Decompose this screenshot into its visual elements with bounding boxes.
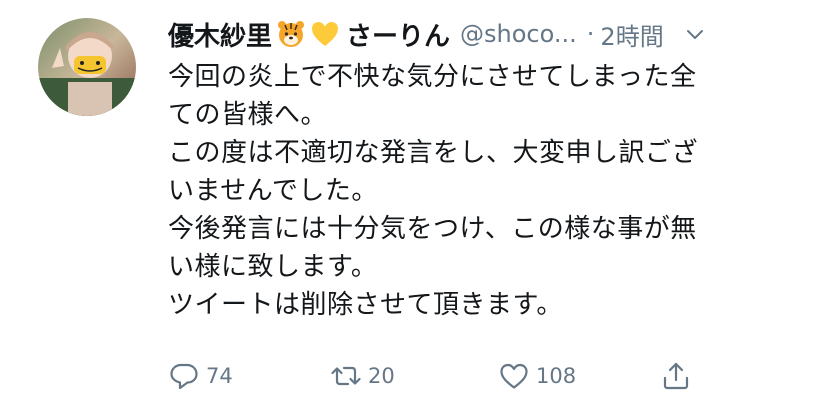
- tweet-line: ての皆様へ。: [168, 100, 328, 130]
- share-icon: [660, 360, 692, 392]
- tweet[interactable]: 優木紗里 さーりん @shoco... · 2時間 今回の炎上で不快な気分にさせ…: [0, 0, 828, 407]
- retweet-count: 20: [368, 364, 395, 388]
- tiger-face-emoji-icon: [276, 19, 306, 49]
- like-count: 108: [536, 364, 577, 388]
- retweet-icon: [330, 360, 362, 392]
- reply-button[interactable]: 74: [168, 356, 233, 396]
- display-name[interactable]: 優木紗里: [168, 16, 272, 53]
- user-handle[interactable]: @shoco...: [460, 20, 577, 48]
- tweet-header: 優木紗里 さーりん @shoco... · 2時間: [168, 14, 808, 54]
- timestamp[interactable]: 2時間: [600, 17, 663, 52]
- reply-icon: [168, 360, 200, 392]
- share-button[interactable]: [660, 356, 692, 396]
- tweet-line: 今回の炎上で不快な気分にさせてしまった全: [168, 62, 697, 92]
- tweet-line: いませんでした。: [168, 176, 378, 206]
- tweet-line: 今後発言には十分気をつけ、この様な事が無: [168, 214, 697, 244]
- retweet-button[interactable]: 20: [330, 356, 395, 396]
- reply-count: 74: [206, 364, 233, 388]
- time-separator: ·: [586, 20, 595, 48]
- avatar-photo: [38, 18, 136, 116]
- tweet-line: この度は不適切な発言をし、大変申し訳ござ: [168, 138, 699, 168]
- chevron-down-icon[interactable]: [684, 23, 706, 45]
- tweet-line: い様に致します。: [168, 252, 378, 282]
- nickname[interactable]: さーりん: [346, 16, 450, 53]
- like-button[interactable]: 108: [498, 356, 576, 396]
- yellow-heart-emoji-icon: [310, 19, 340, 49]
- tweet-line: ツイートは削除させて頂きます。: [168, 290, 563, 320]
- heart-icon: [498, 360, 530, 392]
- tweet-text: 今回の炎上で不快な気分にさせてしまった全 ての皆様へ。 この度は不適切な発言をし…: [168, 58, 798, 324]
- avatar[interactable]: [38, 18, 136, 116]
- tweet-actions: 74 20 108: [168, 356, 708, 396]
